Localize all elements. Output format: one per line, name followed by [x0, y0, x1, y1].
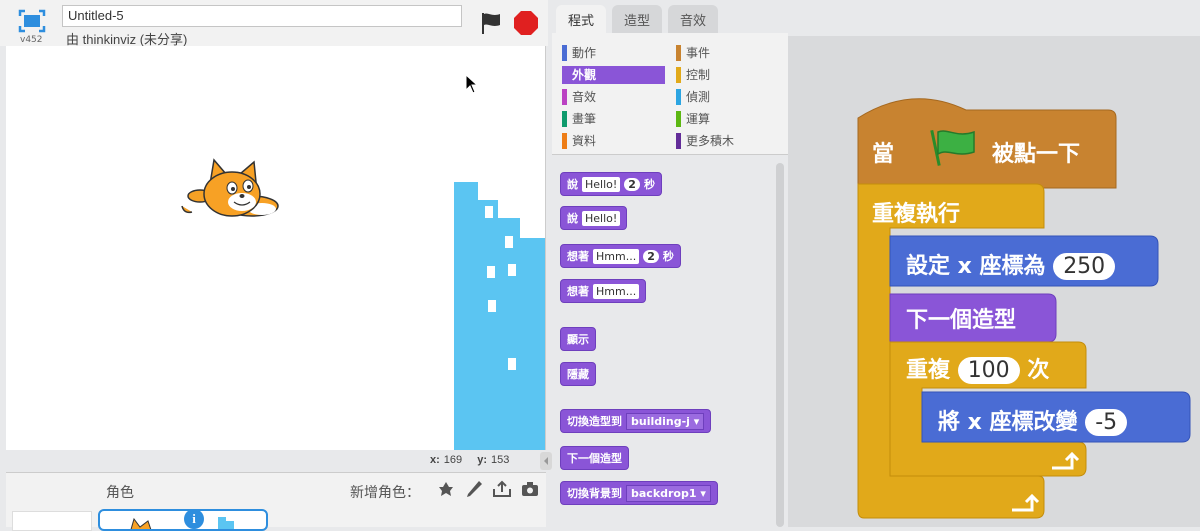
block-text: 說	[567, 178, 578, 191]
block-text: 顯示	[567, 333, 589, 346]
block-say-for-secs[interactable]: 說 Hello! 2 秒	[560, 172, 662, 196]
fullscreen-icon[interactable]	[18, 9, 46, 33]
set-x-text: 設定 x 座標為	[906, 254, 1046, 279]
block-switch-backdrop[interactable]: 切換背景到 backdrop1 ▾	[560, 481, 718, 505]
tab-scripts[interactable]: 程式	[556, 5, 607, 33]
green-flag-icon	[930, 128, 980, 172]
editor-tabs: 程式 造型 音效	[552, 0, 788, 36]
script-stack[interactable]	[788, 36, 1200, 527]
green-flag-icon[interactable]	[478, 10, 504, 36]
block-text: 切換造型到	[567, 415, 622, 428]
hat-block-label: 當	[872, 136, 894, 168]
block-think[interactable]: 想著 Hmm...	[560, 279, 647, 303]
repeat-count-input[interactable]: 100	[957, 357, 1020, 384]
backdrop-dropdown[interactable]: backdrop1 ▾	[626, 484, 711, 502]
next-costume-label: 下一個造型	[906, 308, 1017, 333]
category-operators[interactable]: 運算	[676, 110, 710, 128]
upload-sprite-icon[interactable]	[492, 479, 512, 499]
tab-costumes[interactable]: 造型	[612, 5, 663, 33]
block-think-for-secs[interactable]: 想著 Hmm... 2 秒	[560, 244, 681, 268]
sprite-info-icon[interactable]: i	[184, 509, 204, 529]
block-text-input[interactable]: Hello!	[582, 210, 621, 226]
stage-canvas[interactable]	[6, 46, 546, 450]
mouse-coordinates: x: 169 y: 153	[430, 454, 509, 466]
category-more-blocks[interactable]: 更多積木	[676, 132, 734, 150]
y-coord-value: 153	[490, 454, 510, 466]
stage-thumbnail[interactable]	[12, 511, 92, 531]
repeat-times-text: 次	[1027, 358, 1050, 383]
building-sprite[interactable]	[454, 182, 545, 450]
category-sound[interactable]: 音效	[562, 88, 596, 106]
block-text: 隱藏	[567, 368, 589, 381]
block-number-input[interactable]: 2	[624, 177, 640, 191]
version-label: v452	[20, 35, 43, 45]
forever-label: 重複執行	[872, 202, 961, 227]
block-text: 下一個造型	[567, 452, 622, 465]
block-show[interactable]: 顯示	[560, 327, 596, 351]
choose-sprite-library-icon[interactable]	[436, 479, 456, 499]
category-motion[interactable]: 動作	[562, 44, 596, 62]
block-text: 秒	[643, 178, 655, 191]
project-title-input[interactable]: Untitled-5	[62, 5, 462, 27]
category-events[interactable]: 事件	[676, 44, 710, 62]
category-control[interactable]: 控制	[676, 66, 710, 84]
block-text: 說	[567, 212, 578, 225]
sprite-pane: 角色 新增角色： i	[6, 472, 546, 531]
cat-sprite[interactable]	[170, 156, 282, 232]
tab-sounds[interactable]: 音效	[668, 5, 719, 33]
block-number-input[interactable]: 2	[643, 249, 659, 263]
stage-header: v452 Untitled-5 由 thinkinviz (未分享)	[0, 0, 548, 47]
collapse-stage-handle[interactable]	[540, 452, 552, 470]
block-say[interactable]: 說 Hello!	[560, 206, 628, 230]
x-coord-value: 169	[443, 454, 463, 466]
new-sprite-tools	[436, 479, 540, 499]
change-x-block-label: 將 x 座標改變 -5	[938, 404, 1128, 436]
category-sensing[interactable]: 偵測	[676, 88, 710, 106]
block-palette: 動作 外觀 音效 畫筆 資料 事件 控制 偵測 運算 更多積木 說 Hello!…	[552, 33, 788, 527]
block-text: 想著	[567, 250, 589, 263]
set-x-value-input[interactable]: 250	[1053, 253, 1116, 280]
x-coord-label: x:	[430, 454, 440, 466]
camera-sprite-icon[interactable]	[520, 479, 540, 499]
new-sprite-label: 新增角色：	[350, 484, 420, 500]
category-looks[interactable]: 外觀	[562, 66, 665, 84]
hat-text-when: 當	[872, 142, 895, 167]
sprites-label: 角色	[106, 484, 134, 500]
dropdown-value: building-j	[631, 414, 690, 428]
block-hide[interactable]: 隱藏	[560, 362, 596, 386]
block-text: 切換背景到	[567, 487, 622, 500]
stop-icon[interactable]	[513, 10, 539, 36]
hat-block-label-clicked: 被點一下	[992, 142, 1081, 167]
repeat-block-label: 重複 100 次	[906, 352, 1049, 384]
scripts-area[interactable]: 當 被點一下 重複執行 設定 x 座標為 250 下一個造型 重複 100 次 …	[788, 36, 1200, 527]
category-list: 動作 外觀 音效 畫筆 資料 事件 控制 偵測 運算 更多積木	[552, 33, 788, 155]
block-text-input[interactable]: Hello!	[582, 176, 621, 192]
change-x-value-input[interactable]: -5	[1085, 409, 1128, 436]
category-pen[interactable]: 畫筆	[562, 110, 596, 128]
sprite-thumbnail-selected[interactable]	[98, 509, 268, 531]
block-text-input[interactable]: Hmm...	[593, 283, 640, 299]
block-text: 想著	[567, 285, 589, 298]
costume-dropdown[interactable]: building-j ▾	[626, 412, 705, 430]
block-text-input[interactable]: Hmm...	[593, 248, 640, 264]
block-switch-costume[interactable]: 切換造型到 building-j ▾	[560, 409, 712, 433]
paint-new-sprite-icon[interactable]	[464, 479, 484, 499]
palette-scrollbar[interactable]	[776, 163, 784, 527]
set-x-block-label: 設定 x 座標為 250	[906, 248, 1116, 280]
change-x-text: 將 x 座標改變	[938, 410, 1078, 435]
block-next-costume[interactable]: 下一個造型	[560, 446, 629, 470]
dropdown-value: backdrop1	[631, 486, 697, 500]
mouse-cursor-icon	[465, 73, 479, 98]
category-data[interactable]: 資料	[562, 132, 596, 150]
repeat-text: 重複	[906, 358, 951, 383]
y-coord-label: y:	[477, 454, 487, 466]
block-text: 秒	[662, 250, 674, 263]
